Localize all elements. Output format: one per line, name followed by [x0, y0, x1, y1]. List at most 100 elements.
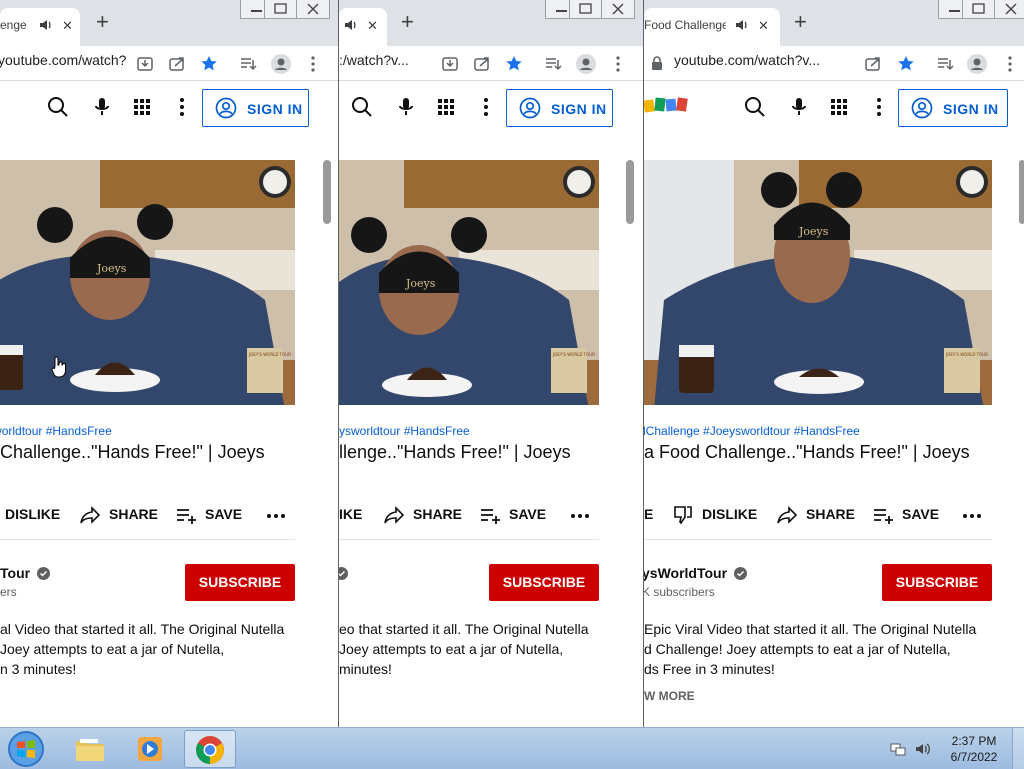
show-desktop-button[interactable]	[1012, 728, 1024, 769]
video-frame: Joeys JOEY'S WORLD TOUR	[0, 160, 295, 405]
playlist-add-icon	[481, 509, 500, 524]
youtube-header: SIGN IN	[0, 82, 338, 134]
apps-grid-icon[interactable]	[828, 96, 850, 118]
search-icon[interactable]	[744, 96, 766, 118]
apps-grid-icon[interactable]	[435, 96, 457, 118]
more-actions-icon[interactable]	[569, 506, 591, 526]
account-icon	[215, 97, 237, 119]
video-hashtags[interactable]: ysworldtour #HandsFree	[339, 424, 470, 438]
divider	[0, 539, 295, 540]
settings-more-icon[interactable]	[171, 96, 193, 118]
description-line: n 3 minutes!	[0, 661, 77, 677]
taskbar-explorer[interactable]	[64, 731, 116, 767]
description-line: d Challenge! Joey attempts to eat a jar …	[644, 641, 951, 657]
video-hashtags[interactable]: dChallenge #Joeysworldtour #HandsFree	[644, 424, 860, 438]
search-icon[interactable]	[351, 96, 373, 118]
youtube-header: SIGN IN	[339, 82, 643, 134]
browser-window-1: enge ✕ + youtube.com/watch?v... SIGN IN	[0, 0, 338, 727]
channel-name[interactable]: Tour	[0, 565, 50, 581]
channel-watermark-text: JOEY'S WORLD TOUR	[552, 352, 595, 357]
settings-more-icon[interactable]	[868, 96, 890, 118]
sign-in-label: SIGN IN	[943, 101, 999, 117]
volume-icon[interactable]	[914, 741, 932, 757]
account-icon	[911, 97, 933, 119]
share-label: SHARE	[109, 506, 159, 522]
video-description: al Video that started it all. The Origin…	[0, 619, 284, 679]
channel-watermark-text: JOEY'S WORLD TOUR	[945, 352, 988, 357]
page-content: SIGN IN Joeys JOEY'S WORLD TOUR	[644, 0, 1024, 727]
subscriber-count: K subscribers	[643, 585, 715, 599]
scrollbar-thumb[interactable]	[626, 160, 634, 224]
channel-name[interactable]: ysWorldTour	[643, 565, 747, 581]
divider	[339, 539, 599, 540]
share-arrow-icon	[80, 506, 101, 524]
video-player[interactable]: Joeys JOEY'S WORLD TOUR	[644, 160, 992, 405]
taskbar-chrome[interactable]	[184, 730, 236, 768]
thumbs-down-icon	[674, 506, 692, 525]
share-label: SHARE	[413, 506, 463, 522]
folder-icon	[76, 739, 104, 761]
dislike-label: IKE	[339, 506, 363, 522]
scrollbar-thumb[interactable]	[1019, 160, 1024, 224]
youtube-doodle-logo[interactable]	[644, 94, 692, 118]
chrome-icon	[196, 736, 224, 764]
subscribe-button[interactable]: SUBSCRIBE	[882, 564, 992, 601]
apps-grid-icon[interactable]	[131, 96, 153, 118]
hat-text: Joeys	[96, 262, 127, 275]
video-player[interactable]: Joeys JOEY'S WORLD TOUR	[339, 160, 599, 405]
browser-window-2: ✕ + :/watch?v... SIGN IN Joeys JOEY'S WO…	[338, 0, 643, 727]
clock-date: 6/7/2022	[950, 750, 998, 764]
youtube-header: SIGN IN	[644, 82, 1024, 134]
taskbar-media-player[interactable]	[124, 731, 176, 767]
description-line: Epic Viral Video that started it all. Th…	[644, 621, 977, 637]
account-icon	[519, 97, 541, 119]
dislike-label: DISLIKE	[5, 506, 61, 522]
save-label: SAVE	[509, 506, 547, 522]
video-player[interactable]: Joeys JOEY'S WORLD TOUR	[0, 160, 295, 405]
sign-in-label: SIGN IN	[551, 101, 607, 117]
page-content: SIGN IN Joeys JOEY'S WORLD TOUR	[339, 0, 643, 727]
more-actions-icon[interactable]	[961, 506, 983, 526]
dislike-label: DISLIKE	[702, 506, 758, 522]
channel-name-text: Tour	[0, 565, 31, 581]
windows-taskbar: 2:37 PM 6/7/2022	[0, 727, 1024, 769]
voice-search-icon[interactable]	[788, 96, 810, 118]
video-title: Challenge.."Hands Free!" | Joeys	[0, 442, 265, 462]
video-frame: Joeys JOEY'S WORLD TOUR	[644, 160, 992, 405]
search-icon[interactable]	[47, 96, 69, 118]
video-frame: Joeys JOEY'S WORLD TOUR	[339, 160, 599, 405]
sign-in-button[interactable]: SIGN IN	[506, 89, 613, 127]
divider	[644, 539, 992, 540]
video-actions: DISLIKE SHARE SAVE	[0, 505, 338, 525]
show-more-link[interactable]: W MORE	[644, 689, 695, 703]
video-description: eo that started it all. The Original Nut…	[339, 619, 589, 679]
like-label: E	[644, 506, 654, 522]
page-content: SIGN IN Joeys JOEY'S WORLD TOUR	[0, 0, 338, 727]
description-line: Joey attempts to eat a jar of Nutella,	[0, 641, 225, 657]
subscribe-button[interactable]: SUBSCRIBE	[489, 564, 599, 601]
video-hashtags[interactable]: e #Joeysworldtour #HandsFree	[0, 424, 112, 438]
settings-more-icon[interactable]	[475, 96, 497, 118]
sign-in-button[interactable]: SIGN IN	[202, 89, 309, 127]
more-actions-icon[interactable]	[265, 506, 287, 526]
save-label: SAVE	[902, 506, 940, 522]
scrollbar-thumb[interactable]	[323, 160, 331, 224]
clock-time: 2:37 PM	[951, 734, 997, 748]
description-line: eo that started it all. The Original Nut…	[339, 621, 589, 637]
voice-search-icon[interactable]	[91, 96, 113, 118]
voice-search-icon[interactable]	[395, 96, 417, 118]
network-icon[interactable]	[890, 741, 906, 757]
description-line: ds Free in 3 minutes!	[644, 661, 775, 677]
verified-badge-icon	[36, 567, 50, 580]
channel-name-text: ysWorldTour	[643, 565, 728, 581]
sign-in-button[interactable]: SIGN IN	[898, 89, 1008, 127]
video-title: llenge.."Hands Free!" | Joeys	[339, 442, 571, 462]
browser-window-3: Food Challenge.. ✕ + youtube.com/watch?v…	[643, 0, 1024, 727]
subscribe-button[interactable]: SUBSCRIBE	[185, 564, 295, 601]
start-button-icon[interactable]	[6, 729, 46, 769]
verified-badge-icon	[339, 567, 348, 580]
channel-watermark-text: JOEY'S WORLD TOUR	[248, 352, 291, 357]
description-line: minutes!	[339, 661, 392, 677]
clock[interactable]: 2:37 PM 6/7/2022	[944, 733, 1004, 765]
description-line: Joey attempts to eat a jar of Nutella,	[339, 641, 564, 657]
